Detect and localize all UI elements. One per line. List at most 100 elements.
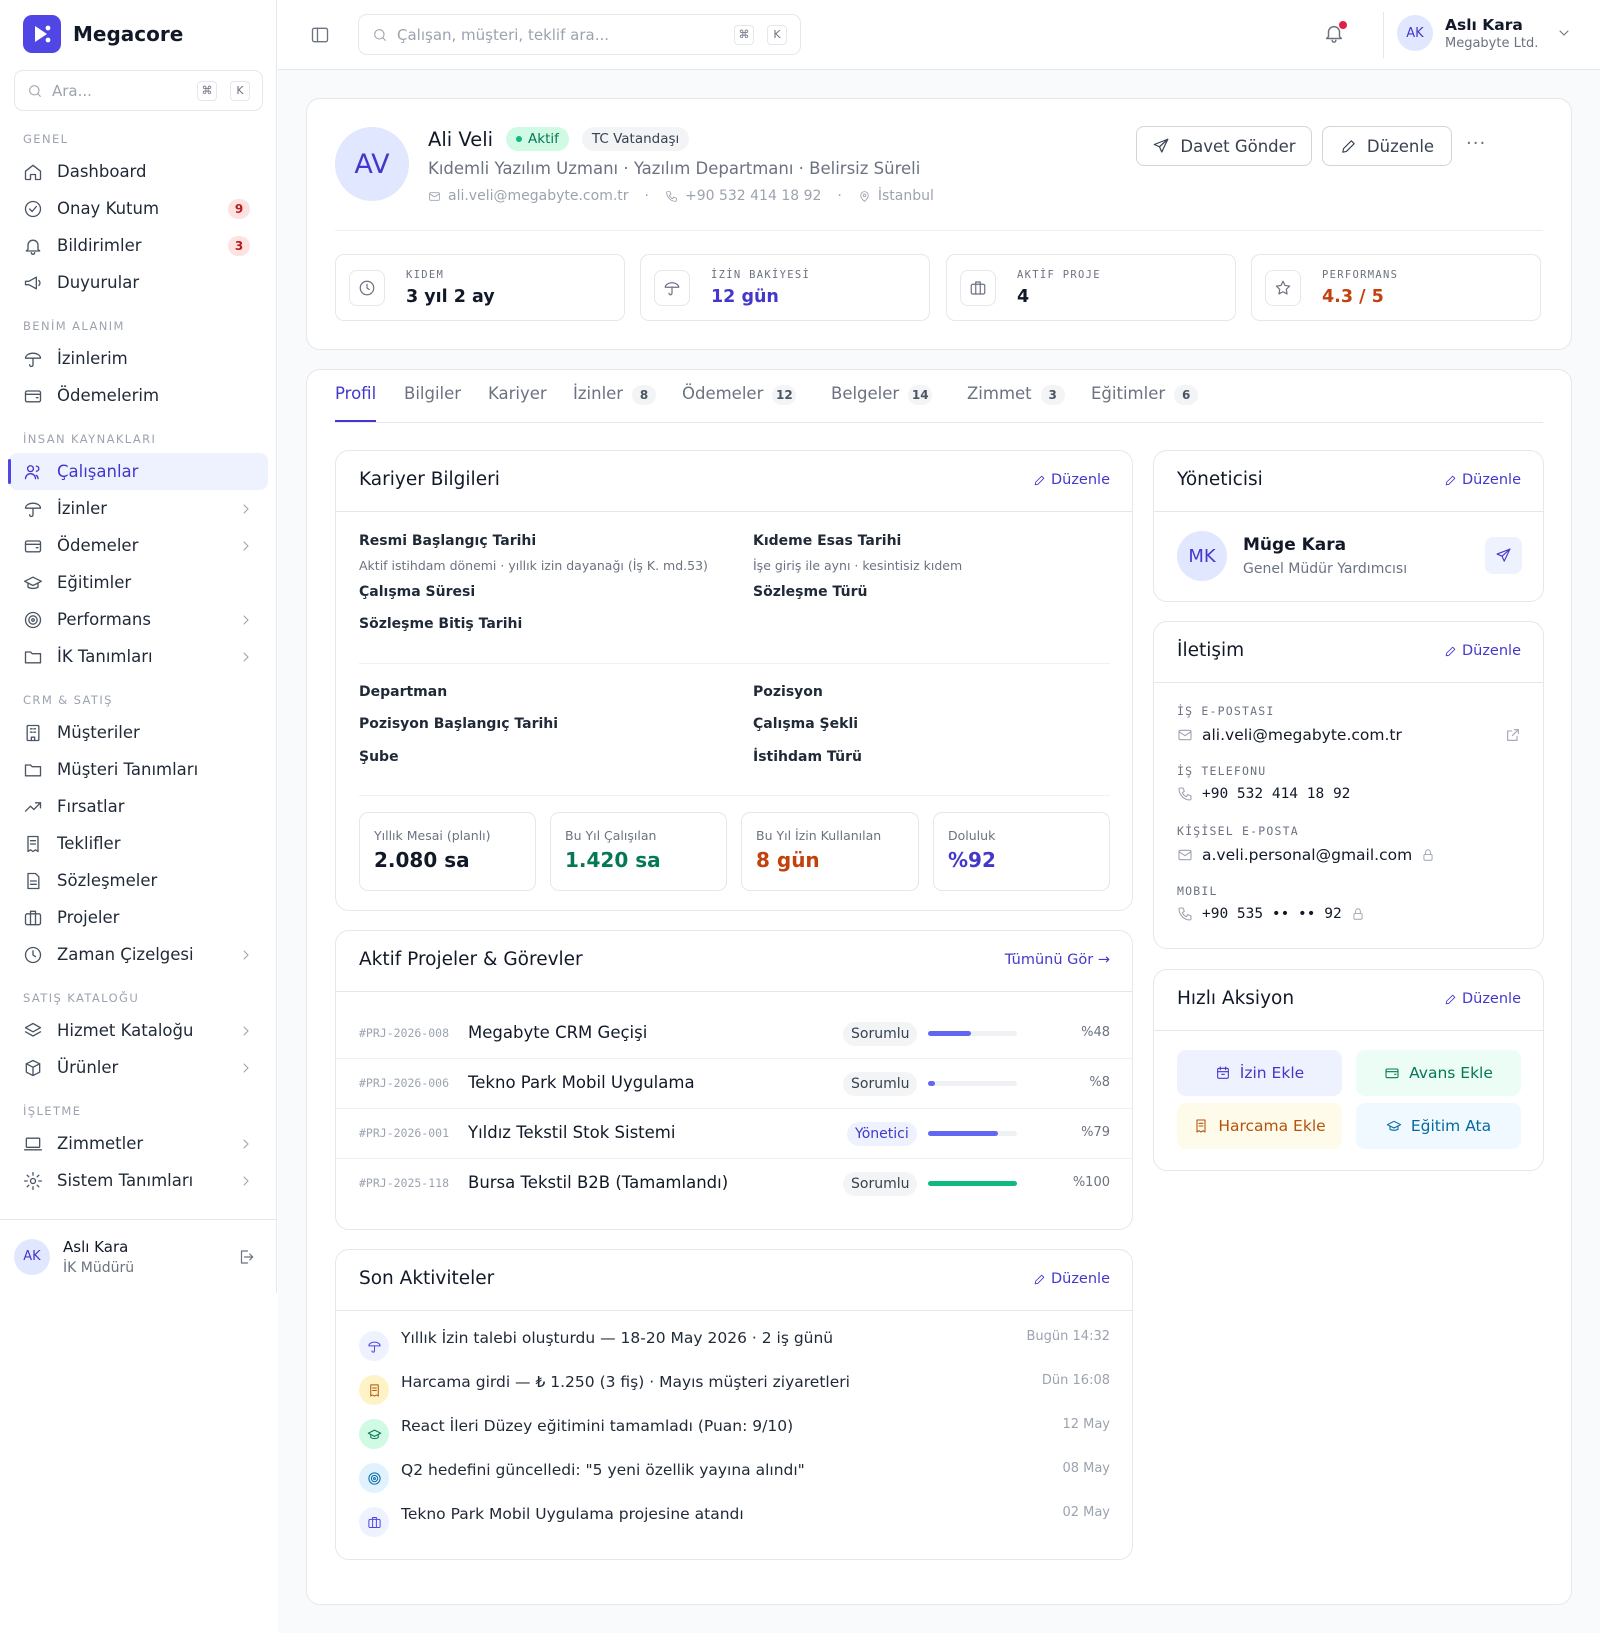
sidebar-item-label: Eğitimler [57, 573, 132, 592]
activity-item: React İleri Düzey eğitimini tamamladı (P… [359, 1415, 1110, 1451]
sidebar-item-izinlerim[interactable]: İzinlerim [9, 340, 268, 377]
sidebar-search-placeholder: Ara... [52, 81, 92, 100]
pencil-icon [1445, 994, 1456, 1004]
tab-izinler[interactable]: İzinler 8 [573, 384, 657, 422]
sidebar-item-musteri-tanimlari[interactable]: Müşteri Tanımları [9, 751, 268, 788]
status-label: Aktif [528, 131, 559, 147]
field-resmi-baslangic-hint: Aktif istihdam dönemi · yıllık izin daya… [359, 558, 708, 573]
avatar[interactable]: AK [14, 1238, 50, 1275]
work-phone[interactable]: +90 532 414 18 92 [1202, 786, 1350, 802]
sidebar-item-performans[interactable]: Performans [9, 601, 268, 638]
activity-text: Tekno Park Mobil Uygulama projesine atan… [401, 1505, 744, 1523]
assign-training-button[interactable]: Eğitim Ata [1356, 1103, 1521, 1149]
sidebar-item-hizmet-katalogu[interactable]: Hizmet Kataloğu [9, 1012, 268, 1049]
field-resmi-baslangic: Resmi Başlangıç Tarihi [359, 533, 537, 549]
activity-item: Harcama girdi — ₺ 1.250 (3 fiş) · Mayıs … [359, 1371, 1110, 1407]
quick-edit-button[interactable]: Düzenle [1444, 991, 1521, 1007]
manager-edit-button[interactable]: Düzenle [1444, 472, 1521, 488]
folder-icon [24, 650, 42, 663]
field-pozisyon: Pozisyon [753, 684, 823, 700]
manager-card: Yöneticisi Düzenle MK Müge Kara Genel Mü… [1153, 450, 1544, 602]
project-row[interactable]: #PRJ-2026-006 Tekno Park Mobil Uygulama So… [336, 1059, 1132, 1109]
user-name: Aslı Kara [63, 1237, 129, 1256]
sidebar-item-odemelerim[interactable]: Ödemelerim [9, 377, 268, 414]
add-expense-button[interactable]: Harcama Ekle [1177, 1103, 1342, 1149]
sidebar-item-zaman-cizelgesi[interactable]: Zaman Çizelgesi [9, 936, 268, 973]
user-menu[interactable]: AK Aslı Kara Megabyte Ltd. [1397, 15, 1572, 51]
profile-subtitle: Kıdemli Yazılım Uzmanı · Yazılım Departm… [428, 159, 921, 178]
sidebar-item-musteriler[interactable]: Müşteriler [9, 714, 268, 751]
activity-edit-button[interactable]: Düzenle [1033, 1271, 1110, 1287]
sidebar-item-zimmetler[interactable]: Zimmetler [9, 1125, 268, 1162]
sidebar-item-label: Performans [57, 610, 151, 629]
project-role-badge: Sorumlu [843, 1022, 918, 1046]
message-manager-button[interactable] [1485, 537, 1522, 574]
status-badge: Aktif [506, 127, 569, 151]
brand[interactable]: Megacore [23, 15, 183, 53]
work-phone-row: +90 532 414 18 92 [1177, 786, 1350, 802]
tab-label: Zimmet [967, 384, 1032, 403]
sidebar-item-firsatlar[interactable]: Fırsatlar [9, 788, 268, 825]
external-link-icon[interactable] [1505, 727, 1521, 743]
sidebar-item-onay[interactable]: Onay Kutum 9 [9, 190, 268, 227]
card-title: Aktif Projeler & Görevler [359, 949, 583, 970]
notifications-button[interactable] [1323, 21, 1347, 46]
contact-edit-button[interactable]: Düzenle [1444, 643, 1521, 659]
manager-name[interactable]: Müge Kara [1243, 535, 1346, 555]
sidebar-item-egitimler[interactable]: Eğitimler [9, 564, 268, 601]
project-row[interactable]: #PRJ-2026-001 Yıldız Tekstil Stok Sistemi… [336, 1109, 1132, 1159]
metric-label: Bu Yıl İzin Kullanılan [756, 828, 882, 843]
tab-egitimler[interactable]: Eğitimler 6 [1091, 384, 1199, 422]
umbrella-icon [359, 1331, 389, 1361]
tab-belgeler[interactable]: Belgeler 14 [831, 384, 933, 422]
project-row[interactable]: #PRJ-2025-118 Bursa Tekstil B2B (Tamamlan… [336, 1159, 1132, 1209]
sidebar-item-teklifler[interactable]: Teklifler [9, 825, 268, 862]
sidebar-item-ik-tanimlari[interactable]: İK Tanımları [9, 638, 268, 675]
work-email[interactable]: ali.veli@megabyte.com.tr [1202, 726, 1496, 744]
map-pin-icon [860, 190, 869, 202]
sidebar-item-duyurular[interactable]: Duyurular [9, 264, 268, 301]
sidebar-item-sozlesmeler[interactable]: Sözleşmeler [9, 862, 268, 899]
sidebar-item-label: Projeler [57, 908, 120, 927]
progress-fill [928, 1181, 1017, 1186]
sidebar-item-odemeler[interactable]: Ödemeler [9, 527, 268, 564]
sidebar-item-bildirimler[interactable]: Bildirimler 3 [9, 227, 268, 264]
project-row[interactable]: #PRJ-2026-008 Megabyte CRM Geçişi Sorumlu%… [336, 1009, 1132, 1059]
tab-kariyer[interactable]: Kariyer [488, 384, 547, 422]
logout-icon[interactable] [237, 1248, 255, 1266]
sidebar-item-izinler[interactable]: İzinler [9, 490, 268, 527]
profile-phone[interactable]: +90 532 414 18 92 [685, 188, 821, 204]
gear-icon [24, 1171, 42, 1190]
add-advance-button[interactable]: Avans Ekle [1356, 1050, 1521, 1096]
sidebar-toggle-icon[interactable] [310, 25, 330, 45]
sidebar-search-input[interactable]: Ara... ⌘ K [14, 70, 263, 111]
sidebar-item-urunler[interactable]: Ürünler [9, 1049, 268, 1086]
tab-zimmet[interactable]: Zimmet 3 [967, 384, 1065, 422]
section-benim: BENİM ALANIM [23, 319, 125, 333]
sidebar-item-label: Duyurular [57, 273, 140, 292]
more-button[interactable]: ··· [1466, 133, 1486, 154]
field-kidem-esas-hint: İşe giriş ile aynı · kesintisiz kıdem [753, 558, 963, 573]
tab-profil[interactable]: Profil [335, 384, 377, 422]
global-search-input[interactable]: Çalışan, müşteri, teklif ara... ⌘ K [358, 14, 801, 55]
sidebar-item-projeler[interactable]: Projeler [9, 899, 268, 936]
sidebar-item-label: Zaman Çizelgesi [57, 945, 194, 964]
invite-button[interactable]: Davet Gönder [1136, 126, 1312, 166]
sidebar-item-sistem-tanimlari[interactable]: Sistem Tanımları [9, 1162, 268, 1199]
career-edit-button[interactable]: Düzenle [1033, 472, 1110, 488]
see-all-link[interactable]: Tümünü Gör → [1005, 952, 1110, 968]
tab-bilgiler[interactable]: Bilgiler [404, 384, 461, 422]
edit-profile-button[interactable]: Düzenle [1322, 126, 1452, 166]
sidebar-item-label: Müşteri Tanımları [57, 760, 199, 779]
metric-value: %92 [948, 848, 996, 872]
add-leave-button[interactable]: İzin Ekle [1177, 1050, 1342, 1096]
sidebar-item-dashboard[interactable]: Dashboard [9, 153, 268, 190]
sidebar-item-calisanlar[interactable]: Çalışanlar [8, 453, 268, 490]
project-role-badge: Sorumlu [843, 1172, 918, 1196]
sidebar-item-label: Onay Kutum [57, 199, 160, 218]
graduation-icon [359, 1419, 389, 1449]
tab-odemeler[interactable]: Ödemeler 12 [682, 384, 797, 422]
profile-email[interactable]: ali.veli@megabyte.com.tr [448, 188, 629, 204]
metric-label: Doluluk [948, 828, 996, 843]
sidebar-item-label: Zimmetler [57, 1134, 144, 1153]
